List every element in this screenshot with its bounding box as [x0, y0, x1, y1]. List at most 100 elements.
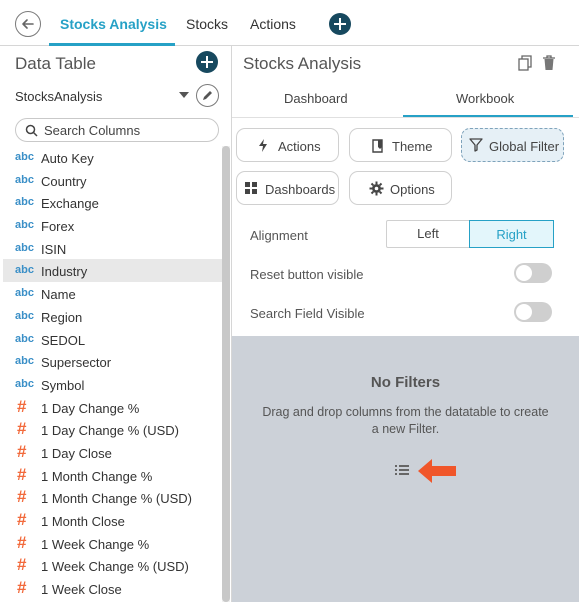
- reset-button-visible-toggle[interactable]: [514, 263, 552, 283]
- list-item[interactable]: #1 Day Change % (USD): [3, 418, 222, 441]
- column-label: 1 Month Close: [41, 514, 125, 529]
- text-type-icon: abc: [15, 332, 34, 345]
- column-label: SEDOL: [41, 332, 86, 348]
- list-item[interactable]: #1 Month Close: [3, 509, 222, 532]
- column-label: Supersector: [41, 355, 112, 371]
- alignment-toggle: Left Right: [386, 220, 554, 248]
- global-filter-button-label: Global Filter: [489, 139, 560, 154]
- list-item[interactable]: abc Exchange: [3, 191, 222, 214]
- list-item[interactable]: #1 Day Change %: [3, 396, 222, 419]
- column-label: Symbol: [41, 377, 85, 393]
- no-filters-description: Drag and drop columns from the datatable…: [262, 405, 549, 436]
- tab-workbook[interactable]: Workbook: [456, 91, 514, 106]
- workbook-panel: Stocks Analysis Dashboard Workbook Actio…: [232, 46, 579, 602]
- text-type-icon: abc: [15, 151, 34, 163]
- alignment-label: Alignment: [250, 228, 308, 243]
- copy-icon[interactable]: [518, 55, 533, 71]
- column-label: Industry: [41, 264, 88, 280]
- arrow-left-icon: [418, 459, 456, 483]
- divider: [232, 117, 579, 118]
- reset-button-visible-label: Reset button visible: [250, 267, 364, 282]
- list-item[interactable]: #1 Week Change % (USD): [3, 554, 222, 577]
- numeric-type-icon: #: [17, 555, 27, 575]
- numeric-type-icon: #: [17, 578, 27, 598]
- lightning-icon: [259, 139, 267, 152]
- dashboards-button[interactable]: Dashboards: [236, 171, 339, 205]
- list-item[interactable]: #1 Week Close: [3, 577, 222, 600]
- list-item[interactable]: abc Name: [3, 282, 222, 305]
- search-columns-input[interactable]: [44, 122, 214, 139]
- column-label: Exchange: [41, 196, 99, 212]
- add-datatable-button[interactable]: [196, 51, 218, 73]
- align-right-button[interactable]: Right: [469, 220, 554, 248]
- filter-icon: [469, 138, 483, 152]
- tab-dashboard[interactable]: Dashboard: [284, 91, 348, 106]
- panel-title: Data Table: [15, 54, 96, 73]
- text-type-icon: abc: [15, 287, 34, 300]
- column-label: 1 Week Change % (USD): [41, 559, 189, 575]
- list-item[interactable]: #1 Month Change %: [3, 464, 222, 487]
- scrollbar-thumb[interactable]: [222, 146, 230, 602]
- list-icon: [395, 465, 409, 475]
- chevron-down-icon[interactable]: [179, 92, 189, 98]
- theme-button[interactable]: Theme: [349, 128, 452, 162]
- column-label: Name: [41, 287, 76, 303]
- list-item[interactable]: abc Supersector: [3, 350, 222, 373]
- actions-button[interactable]: Actions: [236, 128, 339, 162]
- dataset-selector[interactable]: StocksAnalysis: [15, 89, 102, 104]
- list-item[interactable]: #1 Week Change %: [3, 532, 222, 555]
- options-button-label: Options: [390, 182, 435, 197]
- list-item[interactable]: abc ISIN: [3, 237, 222, 260]
- text-type-icon: abc: [15, 219, 34, 232]
- list-item[interactable]: abc SEDOL: [3, 328, 222, 351]
- global-filter-button[interactable]: Global Filter: [461, 128, 564, 162]
- list-item[interactable]: abc Symbol: [3, 373, 222, 396]
- tab-actions[interactable]: Actions: [250, 16, 296, 32]
- actions-button-label: Actions: [278, 139, 321, 154]
- list-item[interactable]: abc Region: [3, 305, 222, 328]
- tab-stocks[interactable]: Stocks: [186, 16, 228, 32]
- column-list-scrollbar[interactable]: [222, 146, 230, 602]
- align-left-button[interactable]: Left: [387, 221, 469, 247]
- edit-datatable-button[interactable]: [196, 84, 219, 107]
- column-label: 1 Week Change %: [41, 536, 150, 552]
- search-field-visible-label: Search Field Visible: [250, 306, 365, 321]
- panel-title: Stocks Analysis: [243, 54, 362, 73]
- list-item[interactable]: abc Forex: [3, 214, 222, 237]
- data-table-panel: Data Table StocksAnalysis abcAuto Keyabc…: [0, 46, 232, 602]
- search-columns-field[interactable]: [15, 118, 219, 142]
- numeric-type-icon: #: [17, 441, 27, 461]
- column-label: 1 Week Close: [41, 582, 122, 598]
- numeric-type-icon: #: [17, 510, 27, 529]
- column-label: Forex: [41, 219, 75, 235]
- text-type-icon: abc: [15, 264, 34, 277]
- numeric-type-icon: #: [17, 396, 27, 416]
- search-field-visible-toggle[interactable]: [514, 302, 552, 322]
- back-button[interactable]: [15, 11, 41, 37]
- numeric-type-icon: #: [17, 419, 27, 439]
- theme-button-label: Theme: [392, 139, 433, 154]
- tab-stocks-analysis[interactable]: Stocks Analysis: [60, 16, 167, 32]
- list-item[interactable]: #1 Month Change % (USD): [3, 486, 222, 509]
- column-label: Country: [41, 173, 87, 189]
- top-bar: Stocks Analysis Stocks Actions: [0, 0, 579, 46]
- pencil-icon: [203, 91, 212, 100]
- list-item[interactable]: abc Country: [3, 169, 222, 192]
- gear-icon: [369, 181, 384, 196]
- list-item[interactable]: #1 Day Close: [3, 441, 222, 464]
- column-label: 1 Day Change %: [41, 400, 140, 416]
- numeric-type-icon: #: [17, 464, 27, 484]
- list-item[interactable]: abc Industry: [3, 259, 222, 283]
- trash-icon[interactable]: [542, 55, 556, 71]
- column-label: 1 Month Change % (USD): [41, 491, 193, 507]
- add-tab-button[interactable]: [329, 13, 351, 35]
- options-button[interactable]: Options: [349, 171, 452, 205]
- numeric-type-icon: #: [17, 532, 27, 552]
- list-item[interactable]: abc Auto Key: [3, 146, 222, 169]
- text-type-icon: abc: [15, 173, 34, 186]
- text-type-icon: abc: [15, 377, 34, 390]
- filter-drop-zone[interactable]: No Filters Drag and drop columns from th…: [232, 336, 579, 602]
- column-label: Region: [41, 309, 83, 325]
- column-label: 1 Day Change % (USD): [41, 423, 179, 439]
- column-label: 1 Month Change %: [41, 468, 153, 484]
